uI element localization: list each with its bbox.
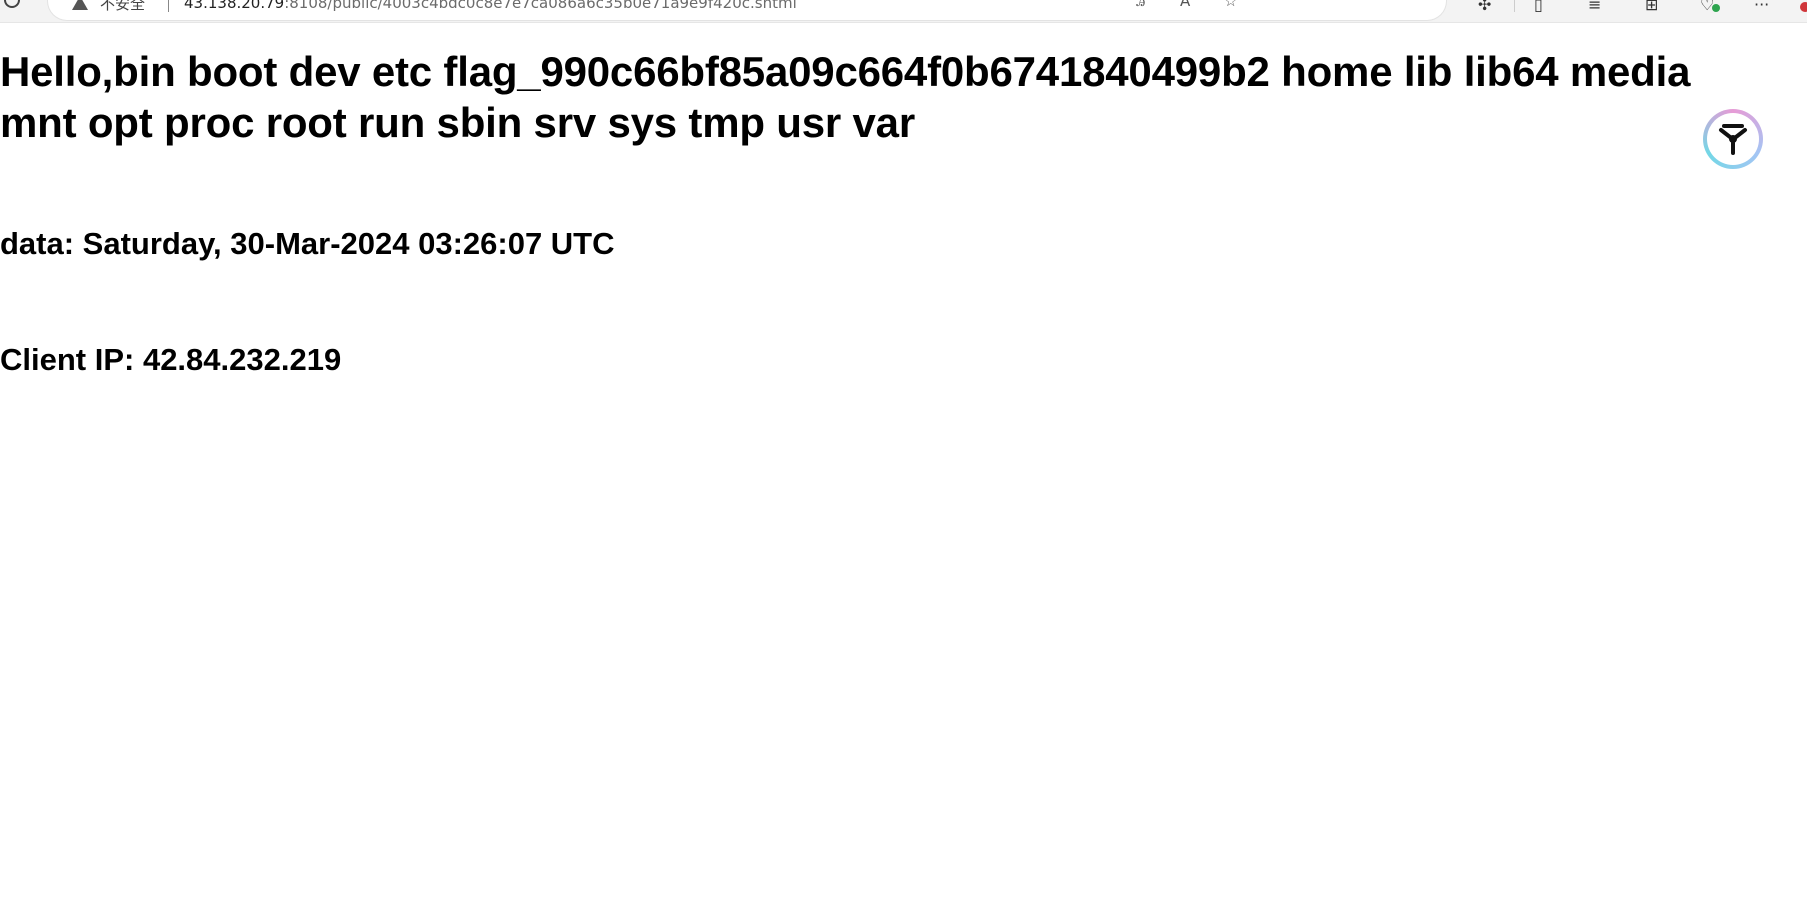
- browser-toolbar: 不安全 43.138.20.79:8108/public/4003c4bdc0c…: [0, 0, 1807, 23]
- extension-badge[interactable]: [1703, 109, 1763, 169]
- read-aloud-icon[interactable]: ꭿ: [1136, 0, 1145, 10]
- extension-logo-icon: [1719, 124, 1747, 155]
- status-dot: [1712, 4, 1720, 12]
- page-content: Hello,bin boot dev etc flag_990c66bf85a0…: [0, 46, 1760, 377]
- address-bar[interactable]: 不安全 43.138.20.79:8108/public/4003c4bdc0c…: [48, 0, 1446, 20]
- toolbar-separator: [1514, 0, 1515, 12]
- favorites-list-icon[interactable]: ≡: [1588, 0, 1601, 14]
- warning-icon[interactable]: [72, 0, 88, 10]
- reload-icon[interactable]: [4, 0, 20, 8]
- extensions-icon[interactable]: ✣: [1478, 0, 1491, 14]
- collections-icon[interactable]: ⊞: [1645, 0, 1658, 14]
- split-screen-icon[interactable]: ▯: [1534, 0, 1543, 14]
- date-line: data: Saturday, 30-Mar-2024 03:26:07 UTC: [0, 226, 615, 261]
- page-heading: Hello,bin boot dev etc flag_990c66bf85a0…: [0, 48, 1691, 146]
- url-host: 43.138.20.79: [184, 0, 285, 12]
- url-path: :8108/public/4003c4bdc0c8e7e7ca086a6c35b…: [284, 0, 797, 12]
- address-separator: [168, 0, 169, 12]
- client-ip-line: Client IP: 42.84.232.219: [0, 342, 342, 377]
- text-size-icon[interactable]: A: [1180, 0, 1190, 10]
- security-label[interactable]: 不安全: [100, 0, 145, 13]
- more-icon[interactable]: ···: [1754, 0, 1769, 14]
- url-text[interactable]: 43.138.20.79:8108/public/4003c4bdc0c8e7e…: [184, 0, 797, 12]
- notification-dot: [1800, 2, 1807, 12]
- favorite-icon[interactable]: ☆: [1224, 0, 1237, 10]
